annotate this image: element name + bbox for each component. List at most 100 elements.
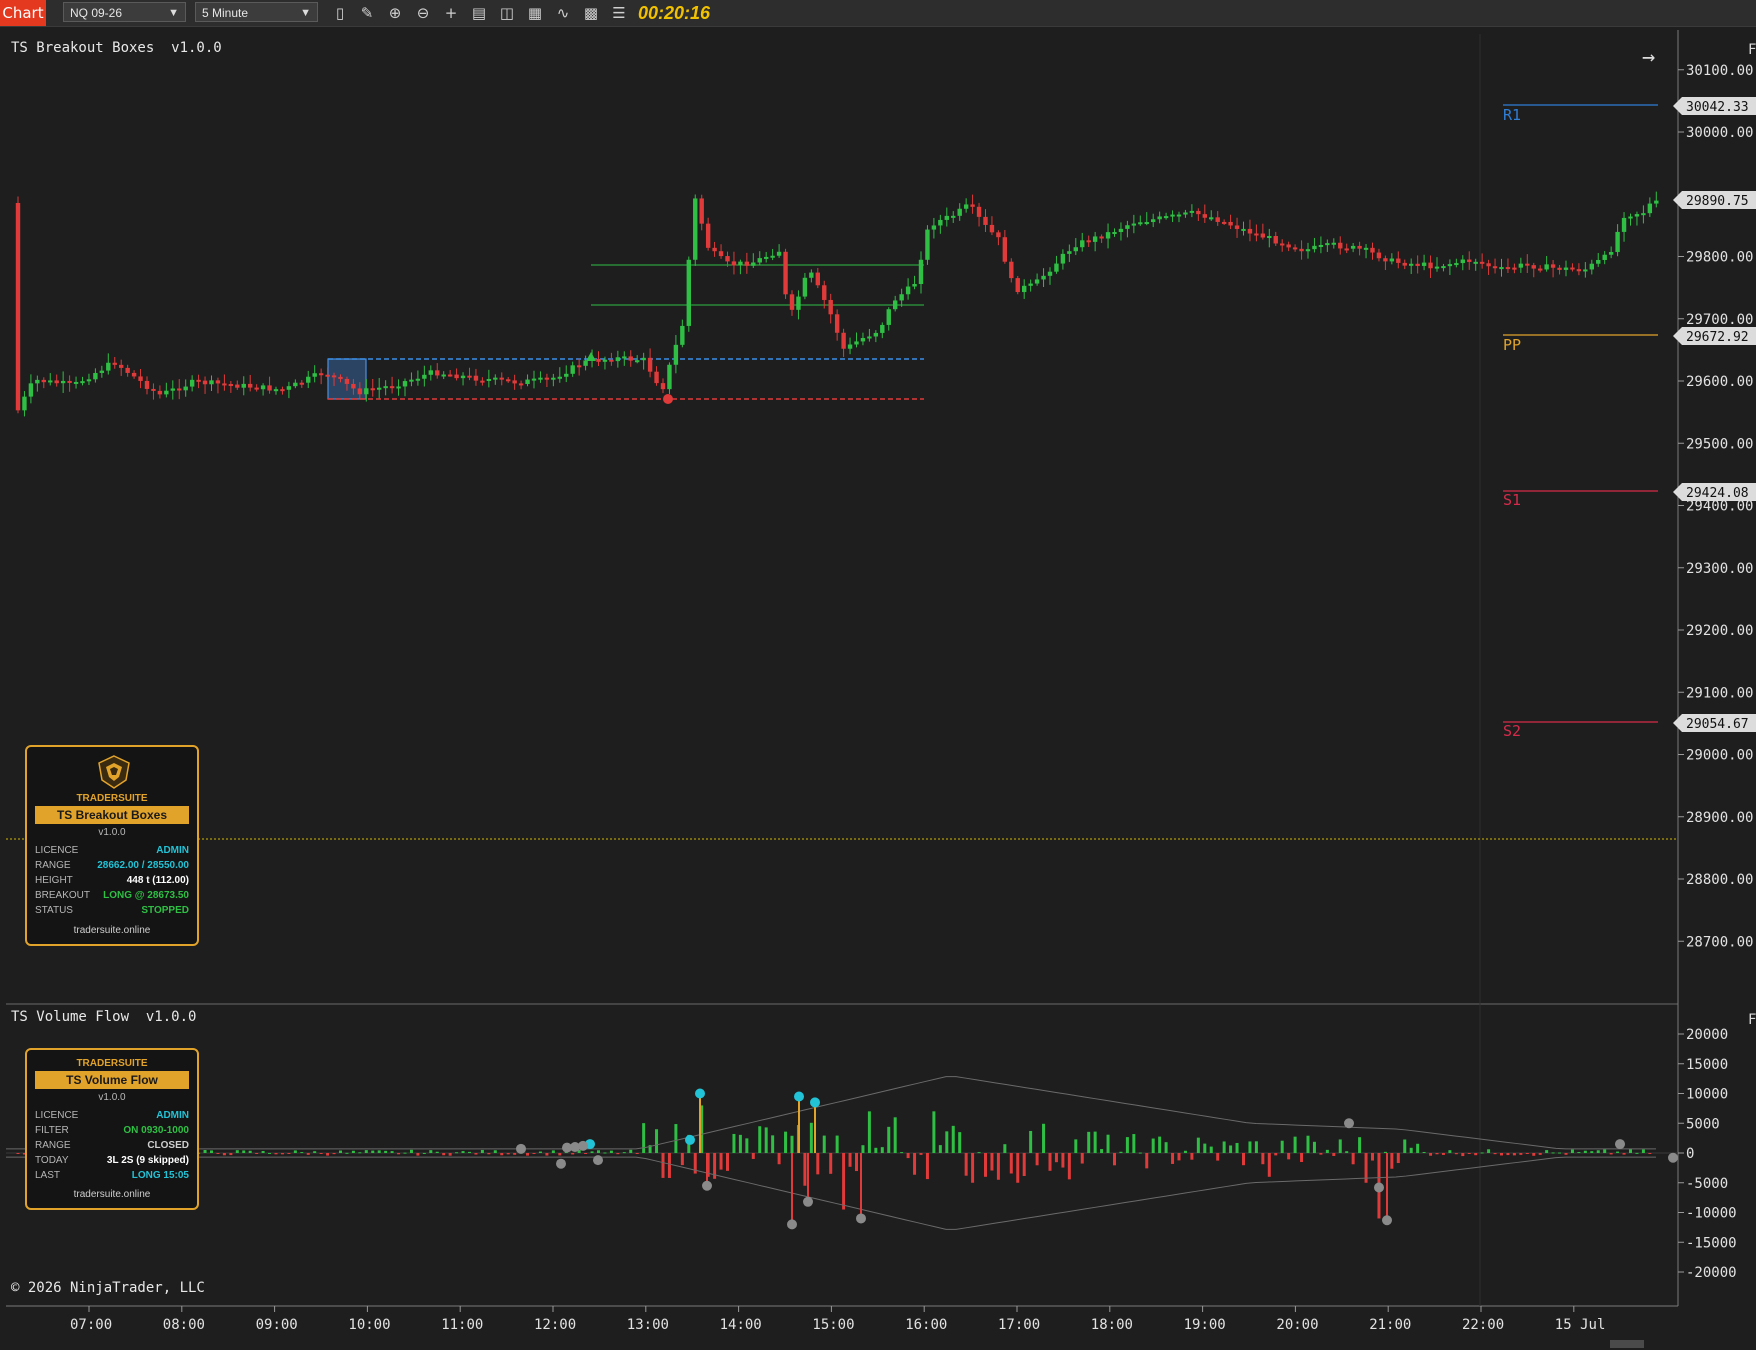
- volume-bar: [1351, 1153, 1355, 1165]
- candle-body: [538, 377, 543, 380]
- candle-body: [1138, 222, 1143, 225]
- volume-bar: [629, 1149, 633, 1153]
- candle-body: [796, 296, 801, 310]
- candle-body: [248, 383, 253, 388]
- candle-body: [725, 256, 730, 262]
- candle-body: [912, 284, 917, 287]
- volume-bar: [1345, 1151, 1349, 1153]
- volume-bar: [1125, 1137, 1129, 1153]
- candle-body: [1028, 283, 1033, 286]
- volume-bar: [655, 1129, 659, 1153]
- volume-bar: [1164, 1142, 1168, 1153]
- candle-body: [144, 380, 150, 389]
- volume-bar: [1254, 1141, 1258, 1153]
- volume-bar: [893, 1117, 897, 1153]
- volume-bar: [597, 1150, 600, 1153]
- candle-body: [1312, 245, 1317, 250]
- brand-label: TRADERSUITE: [76, 1058, 148, 1069]
- time-tick-label: 07:00: [70, 1317, 112, 1333]
- volume-tick-label: -10000: [1686, 1206, 1737, 1222]
- svg-text:29054.67: 29054.67: [1686, 717, 1749, 732]
- candle-body: [1009, 261, 1014, 279]
- candle-body: [1151, 219, 1156, 223]
- candle-body: [1460, 259, 1465, 264]
- candle-body: [93, 372, 98, 380]
- volume-bar: [364, 1150, 368, 1153]
- candle-body: [286, 386, 292, 390]
- signal-dot: [695, 1088, 705, 1099]
- candle-body: [938, 219, 943, 226]
- candle-body: [318, 373, 324, 376]
- candle-body: [989, 224, 995, 233]
- candle-body: [28, 383, 34, 397]
- volume-bar: [732, 1133, 736, 1153]
- candle-body: [338, 376, 343, 379]
- volume-bar: [584, 1153, 588, 1154]
- volume-bar: [422, 1152, 426, 1154]
- volume-bar: [861, 1145, 865, 1153]
- candle-body: [396, 386, 401, 389]
- candle-body: [551, 377, 556, 380]
- info-key: LICENCE: [35, 1110, 79, 1121]
- scroll-right-arrow-icon[interactable]: →: [1642, 45, 1655, 70]
- volume-bar: [1293, 1136, 1297, 1153]
- info-value: LONG @ 28673.50: [103, 890, 189, 901]
- candle-body: [106, 362, 111, 371]
- volume-bar: [1441, 1153, 1445, 1155]
- volume-bar: [248, 1150, 252, 1153]
- r1-price-flag: 30042.33: [1673, 97, 1756, 115]
- candle-body: [86, 379, 92, 382]
- time-tick-label: 13:00: [627, 1317, 669, 1333]
- price-tick-label: 28800.00: [1686, 872, 1753, 888]
- volume-bar: [455, 1152, 459, 1154]
- candle-body: [35, 379, 40, 384]
- signal-dot: [803, 1196, 813, 1207]
- volume-bar: [274, 1153, 278, 1155]
- time-tick-label: 19:00: [1184, 1317, 1226, 1333]
- candle-body: [963, 204, 969, 209]
- volume-bar: [816, 1153, 820, 1175]
- price-tick-label: 28700.00: [1686, 934, 1753, 950]
- candle-body: [499, 377, 504, 380]
- candle-body: [73, 381, 79, 384]
- candle-body: [1589, 263, 1594, 270]
- candle-body: [609, 359, 614, 362]
- info-value: 3L 2S (9 skipped): [106, 1155, 189, 1166]
- candle-body: [1583, 269, 1588, 272]
- horizontal-scrollbar[interactable]: [1610, 1340, 1644, 1348]
- chart-canvas[interactable]: 30100.00 30000.00 29800.00 29700.00 29600.00…: [0, 0, 1756, 1350]
- candle-body: [293, 382, 298, 387]
- candle-body: [1647, 203, 1653, 214]
- volume-bar: [1061, 1153, 1065, 1168]
- volume-bar: [255, 1153, 259, 1154]
- volume-bar: [1383, 1151, 1387, 1153]
- s1-price-flag: 29424.08: [1673, 483, 1756, 501]
- volume-bar: [1564, 1153, 1568, 1155]
- volume-bar: [1119, 1151, 1123, 1153]
- signal-dot: [794, 1091, 804, 1102]
- candle-body: [1454, 263, 1459, 266]
- volume-bar: [538, 1151, 542, 1153]
- r1-label: R1: [1503, 106, 1521, 124]
- volume-bar: [661, 1153, 665, 1178]
- candle-body: [1415, 263, 1420, 266]
- volume-bar: [1409, 1147, 1413, 1153]
- volume-bar: [1454, 1153, 1458, 1155]
- volume-bar: [1609, 1153, 1613, 1155]
- info-key: BREAKOUT: [35, 890, 91, 901]
- volume-bar: [932, 1111, 936, 1153]
- info-value: STOPPED: [141, 905, 189, 916]
- candle-body: [1254, 233, 1259, 236]
- volume-bar: [545, 1153, 549, 1156]
- volume-bar: [977, 1152, 981, 1154]
- volume-bar: [1596, 1150, 1600, 1153]
- volume-bar: [1487, 1149, 1491, 1153]
- candle-body: [441, 374, 446, 377]
- s2-price-flag: 29054.67: [1673, 714, 1756, 732]
- volume-bar: [835, 1135, 839, 1153]
- candle-body: [41, 379, 46, 383]
- volume-bar: [1190, 1153, 1194, 1160]
- info-value: 448 t (112.00): [126, 875, 189, 886]
- volume-bar: [738, 1134, 742, 1153]
- volume-bar: [1467, 1153, 1471, 1154]
